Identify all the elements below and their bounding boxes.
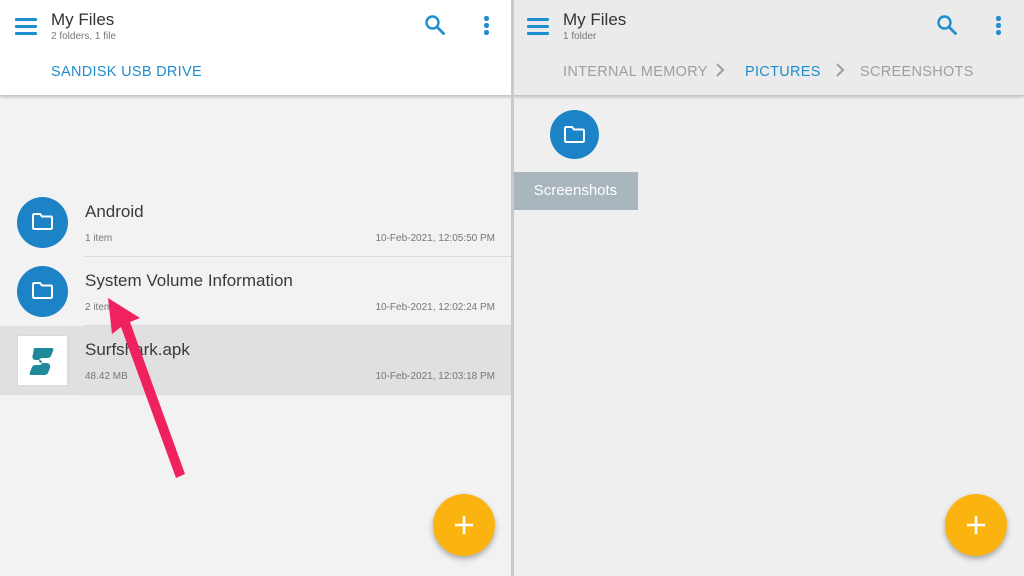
breadcrumb-pictures[interactable]: PICTURES [745,64,821,80]
search-icon[interactable] [935,13,959,37]
item-name: Surfshark.apk [85,340,190,359]
chevron-right-icon [836,63,845,77]
item-name: Android [85,202,144,221]
item-count: 1 item [85,233,113,244]
menu-icon[interactable] [14,13,40,39]
item-date: 10-Feb-2021, 12:05:50 PM [375,233,495,244]
item-date: 10-Feb-2021, 12:02:24 PM [375,302,495,313]
item-date: 10-Feb-2021, 12:03:18 PM [375,371,495,382]
list-item-selected[interactable]: Surfshark.apk 48.42 MB 10-Feb-2021, 12:0… [0,326,512,395]
more-options-icon[interactable] [481,14,491,38]
folder-icon [17,197,68,248]
search-icon[interactable] [423,13,447,37]
list-item[interactable]: Android 1 item 10-Feb-2021, 12:05:50 PM [0,188,512,257]
right-subtitle: 1 folder [563,31,597,42]
app: My Files 2 folders, 1 file SANDISK USB D… [0,0,1024,576]
breadcrumb-internal-memory[interactable]: INTERNAL MEMORY [563,64,708,80]
left-app-bar: My Files 2 folders, 1 file SANDISK USB D… [0,0,512,95]
surfshark-logo-icon [17,335,68,386]
breadcrumb-sandisk-usb-drive[interactable]: SANDISK USB DRIVE [51,64,202,80]
item-name: System Volume Information [85,271,293,290]
breadcrumb-screenshots[interactable]: SCREENSHOTS [860,64,974,80]
left-pane: My Files 2 folders, 1 file SANDISK USB D… [0,0,512,576]
item-count: 2 items [85,302,118,313]
chevron-right-icon [716,63,725,77]
pane-divider [511,0,514,576]
grid-item-label: Screenshots [513,172,638,210]
file-size: 48.42 MB [85,371,128,382]
right-app-bar: My Files 1 folder INTERNAL MEMORY PICTUR… [512,0,1024,95]
plus-icon [455,516,473,534]
list-item[interactable]: System Volume Information 2 items 10-Feb… [0,257,512,326]
left-title: My Files [51,10,115,29]
more-options-icon[interactable] [993,14,1003,38]
left-subtitle: 2 folders, 1 file [51,31,117,42]
divider [84,394,512,395]
right-pane: My Files 1 folder INTERNAL MEMORY PICTUR… [512,0,1024,576]
add-fab-button[interactable] [433,494,495,556]
plus-icon [967,516,985,534]
folder-icon [17,266,68,317]
folder-icon [550,110,599,159]
right-title: My Files [563,10,627,29]
menu-icon[interactable] [526,13,552,39]
add-fab-button[interactable] [945,494,1007,556]
